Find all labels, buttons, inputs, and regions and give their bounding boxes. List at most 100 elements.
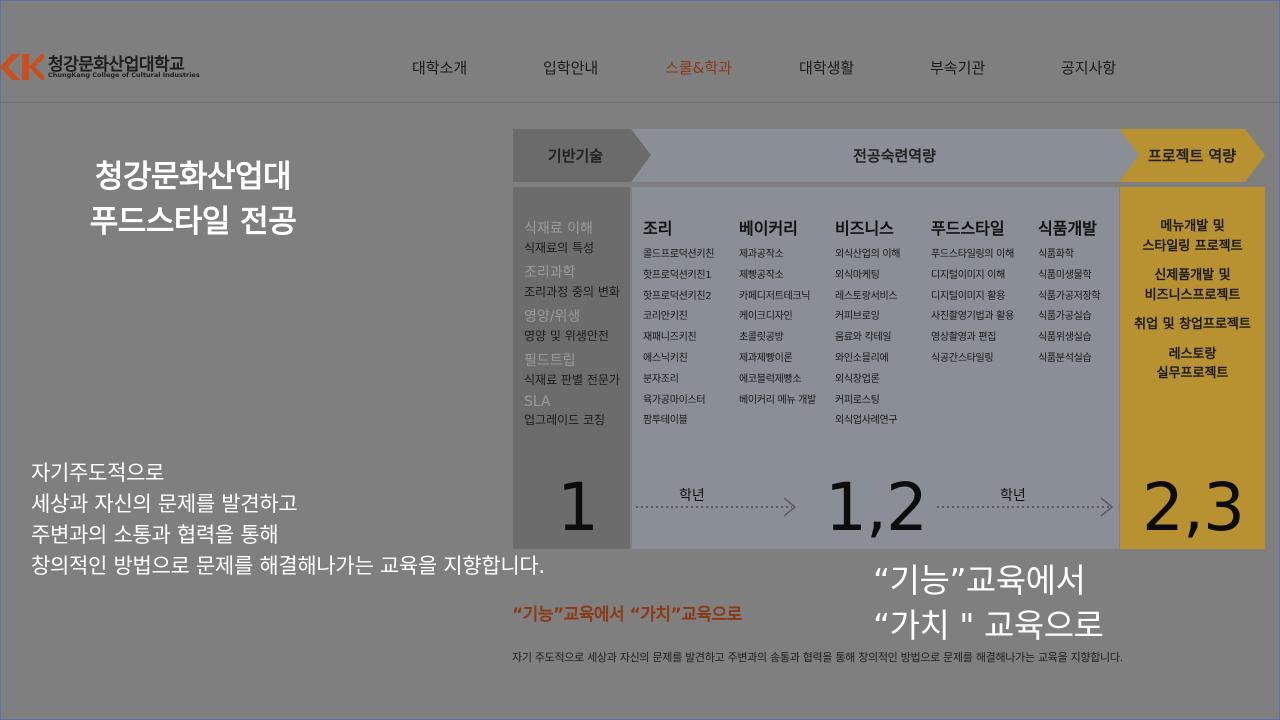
major-title-line-2: 푸드스타일 전공 (89, 204, 297, 240)
subject-item: 식품위생실습 (1038, 332, 1092, 344)
subject-item: 케이크디자인 (739, 311, 793, 323)
subject-item: 외식창업론 (835, 373, 880, 385)
nav-institutions[interactable]: 부속기관 (930, 57, 985, 78)
site-header: 청강문화산업대학교 ChungKang College of Cultural … (0, 0, 1280, 103)
subject-item: 외식산업의 이해 (835, 249, 901, 260)
nav-campus-life[interactable]: 대학생활 (799, 57, 854, 78)
subject-item: 외식마케팅 (835, 269, 880, 281)
ck-logo-icon (0, 54, 44, 80)
subject-item: 식품화학 (1038, 249, 1074, 260)
subject-item: 디지털이미지 활용 (931, 290, 1006, 302)
subject-item: 디지털이미지 이해 (931, 269, 1006, 281)
subject-heading: 식품개발 (1038, 219, 1097, 238)
project-line: 실무프로젝트 (1156, 366, 1229, 381)
stage-project-competency: 프로젝트 역량 (1119, 129, 1265, 182)
major-title-line-1: 청강문화산업대 (94, 159, 292, 195)
subject-item: 커피로스팅 (835, 394, 880, 406)
subject-item: 식품분석실습 (1038, 352, 1092, 364)
subject-item: 식품가공실습 (1038, 311, 1092, 323)
subject-item: 음료와 칵테일 (835, 332, 892, 344)
basic-heading: 영양/위생 (524, 309, 581, 325)
subject-item: 영상촬영과 편집 (931, 332, 997, 344)
project-line: 취업 및 창업프로젝트 (1134, 317, 1251, 332)
subject-item: 제빵공작소 (739, 269, 784, 281)
subject-item: 제과제빵이론 (739, 352, 793, 364)
project-list: 메뉴개발 및 스타일링 프로젝트 신제품개발 및 비즈니스프로젝트 취업 및 창… (1120, 217, 1265, 394)
basic-heading: 조리과학 (524, 265, 576, 281)
project-item: 메뉴개발 및 스타일링 프로젝트 (1120, 217, 1265, 256)
subject-item: 에코블럭제빵소 (739, 373, 802, 385)
subject-item: 제과공작소 (739, 249, 784, 260)
slogan-line: 세상과 자신의 문제를 발견하고 (31, 492, 298, 516)
basic-sub: 업그레이드 코칭 (524, 413, 606, 427)
subject-item: 분자조리 (643, 373, 679, 385)
nav-admission[interactable]: 입학안내 (543, 57, 598, 78)
nav-notice[interactable]: 공지사항 (1061, 57, 1116, 78)
subject-item: 와인소믈리에 (835, 352, 889, 364)
nav-school-major[interactable]: 스쿨&학과 (665, 57, 732, 78)
major-title: 청강문화산업대 푸드스타일 전공 (0, 155, 386, 245)
subject-group-bakery: 베이커리 제과공작소 제빵공작소 카페디저트테크닉 케이크디자인 초콜릿공방 제… (739, 215, 816, 411)
curriculum-roadmap: 기반기술 전공숙련역량 프로젝트 역량 식재료 이해 식재료의 특성 조리과학 … (513, 129, 1265, 549)
quote-line: “기능”교육에서 (873, 561, 1086, 600)
subject-item: 핫프로덕션키친2 (643, 290, 712, 302)
subject-item: 초콜릿공방 (739, 332, 784, 344)
basic-sub: 조리과정 중의 변화 (524, 285, 620, 299)
value-education-quote: “기능”교육에서 “가치 " 교육으로 (873, 558, 1104, 648)
project-line: 레스토랑 (1168, 346, 1217, 362)
education-slogan: 자기주도적으로 세상과 자신의 문제를 발견하고 주변과의 소통과 협력을 통해… (31, 458, 545, 582)
subject-item: 커피브로잉 (835, 311, 880, 323)
logo-english-name: ChungKang College of Cultural Industries (48, 71, 200, 79)
project-item: 취업 및 창업프로젝트 (1120, 315, 1265, 335)
project-item: 신제품개발 및 비즈니스프로젝트 (1120, 266, 1265, 305)
subject-item: 콜드프로덕션키친 (643, 249, 715, 260)
year-number-1-2: 1,2 (825, 469, 928, 546)
project-column: 메뉴개발 및 스타일링 프로젝트 신제품개발 및 비즈니스프로젝트 취업 및 창… (1120, 187, 1265, 549)
major-subjects-column: 조리 콜드프로덕션키친 핫프로덕션키친1 핫프로덕션키친2 코리안키친 재패니즈… (632, 187, 1119, 549)
subject-item: 재패니즈키친 (643, 332, 697, 344)
arrow-right-icon (636, 497, 797, 517)
arrow-right-icon (937, 497, 1114, 517)
project-line: 신제품개발 및 (1154, 268, 1231, 283)
stage-basic-skills: 기반기술 (513, 129, 656, 182)
subject-item: 카페디저트테크닉 (739, 290, 811, 302)
value-education-subtitle: “기능”교육에서 “가치”교육으로 (512, 605, 742, 625)
subject-item: 외식업사례연구 (835, 415, 898, 427)
year-number-2-3: 2,3 (1142, 469, 1245, 546)
slogan-line: 자기주도적으로 (31, 461, 165, 485)
subject-item: 육가공마이스터 (643, 394, 706, 406)
subject-item: 팜투테이블 (643, 415, 688, 427)
subject-item: 레스토랑서비스 (835, 290, 898, 302)
subject-item: 푸드스타일링의 이해 (931, 249, 1014, 260)
subject-group-food-style: 푸드스타일 푸드스타일링의 이해 디지털이미지 이해 디지털이미지 활용 사진촬… (931, 215, 1014, 370)
basic-skills-list: 식재료 이해 식재료의 특성 조리과학 조리과정 중의 변화 영양/위생 영양 … (524, 212, 620, 428)
basic-sub: 영양 및 위생안전 (524, 329, 609, 343)
project-line: 비즈니스프로젝트 (1144, 287, 1241, 303)
subject-item: 식품미생물학 (1038, 269, 1092, 281)
subject-heading: 베이커리 (739, 219, 798, 238)
subject-group-food-development: 식품개발 식품화학 식품미생물학 식품가공저장학 식품가공실습 식품위생실습 식… (1038, 215, 1101, 370)
subject-item: 핫프로덕션키친1 (643, 269, 712, 281)
project-line: 메뉴개발 및 (1160, 219, 1225, 234)
subject-heading: 비즈니스 (835, 219, 894, 238)
subject-item: 사진촬영기법과 활용 (931, 311, 1014, 323)
basic-heading: SLA (524, 394, 551, 410)
stage-major-proficiency: 전공숙련역량 (631, 129, 1158, 182)
year-number-1: 1 (557, 469, 599, 546)
education-description: 자기 주도적으로 세상과 자신의 문제를 발견하고 주변과의 송통과 협력을 통… (512, 651, 1123, 664)
quote-line: “가치 " 교육으로 (873, 606, 1104, 645)
basic-heading: 필드트립 (524, 353, 576, 369)
subject-group-business: 비즈니스 외식산업의 이해 외식마케팅 레스토랑서비스 커피브로잉 음료와 칵테… (835, 215, 900, 432)
project-item: 레스토랑 실무프로젝트 (1120, 345, 1265, 384)
project-line: 스타일링 프로젝트 (1142, 238, 1243, 254)
basic-sub: 식재료 판별 전문가 (524, 373, 620, 387)
nav-about[interactable]: 대학소개 (412, 57, 467, 78)
basic-skills-column: 식재료 이해 식재료의 특성 조리과학 조리과정 중의 변화 영양/위생 영양 … (513, 187, 630, 549)
subject-heading: 푸드스타일 (931, 219, 1005, 238)
subject-item: 식공간스타일링 (931, 352, 994, 364)
subject-item: 에스닉키친 (643, 352, 688, 364)
slogan-line: 창의적인 방법으로 문제를 해결해나가는 교육을 지향합니다. (31, 554, 545, 578)
basic-sub: 식재료의 특성 (524, 241, 595, 255)
subject-group-cooking: 조리 콜드프로덕션키친 핫프로덕션키친1 핫프로덕션키친2 코리안키친 재패니즈… (643, 215, 715, 432)
subject-item: 코리안키친 (643, 311, 688, 323)
